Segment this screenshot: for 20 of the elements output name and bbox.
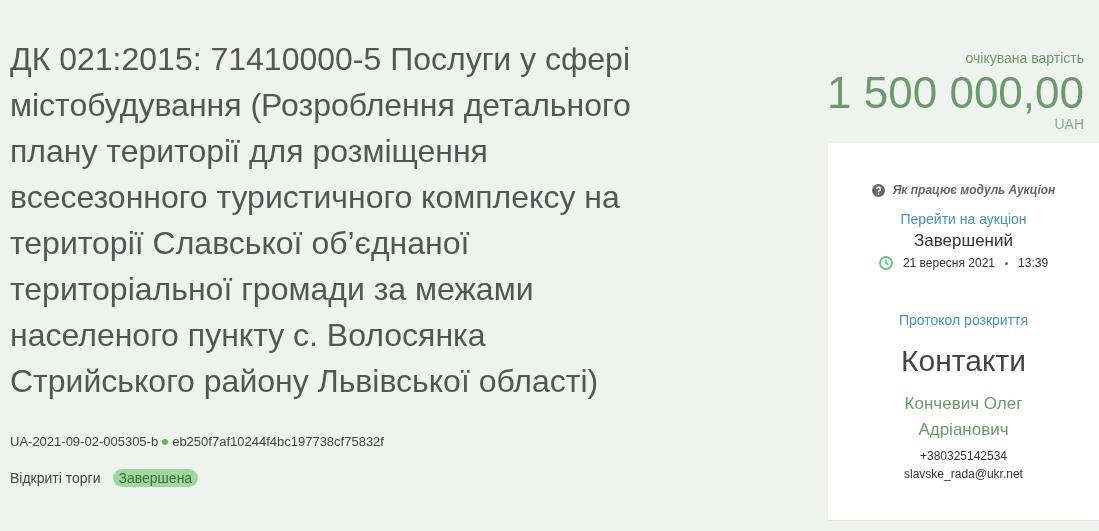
contacts-heading: Контакти xyxy=(901,343,1026,379)
tender-id: UA-2021-09-02-005305-b xyxy=(10,433,159,451)
budget-amount: 1 500 000,00 xyxy=(827,69,1084,117)
status-badge: Завершена xyxy=(112,469,199,487)
contact-email: slavske_rada@ukr.net xyxy=(904,466,1023,483)
auction-date: 21 вересня 2021 xyxy=(902,255,996,272)
clock-icon xyxy=(878,256,893,270)
go-to-auction-link[interactable]: Перейти на аукціон xyxy=(900,209,1027,230)
contact-name: Кончевич Олег Адріанович xyxy=(903,393,1024,441)
tender-title: ДК 021:2015: 71410000-5 Послуги у сфері містобудування (Розроблення детального плану території для розміщення всесезонного туристичного комплексу на території Славської об’єднаної територіальної громади за межами населеного пункту с. Волосянка Стрийського району Львівської області) xyxy=(10,40,632,401)
protocol-link[interactable]: Протокол розкриття xyxy=(898,310,1029,331)
currency-label: UAH xyxy=(1054,117,1084,131)
tender-hash: eb250f7af10244f4bc197738cf75832f xyxy=(172,433,384,451)
budget-label: очікувана вартість xyxy=(965,49,1084,68)
question-icon xyxy=(871,183,885,197)
contact-phone: +380325142534 xyxy=(919,448,1008,465)
auction-status: Завершений xyxy=(914,230,1013,252)
auction-time: 13:39 xyxy=(1018,255,1049,272)
help-link[interactable]: Як працює модуль Аукціон xyxy=(871,181,1056,199)
procedure-type: Відкриті торги xyxy=(10,468,101,488)
